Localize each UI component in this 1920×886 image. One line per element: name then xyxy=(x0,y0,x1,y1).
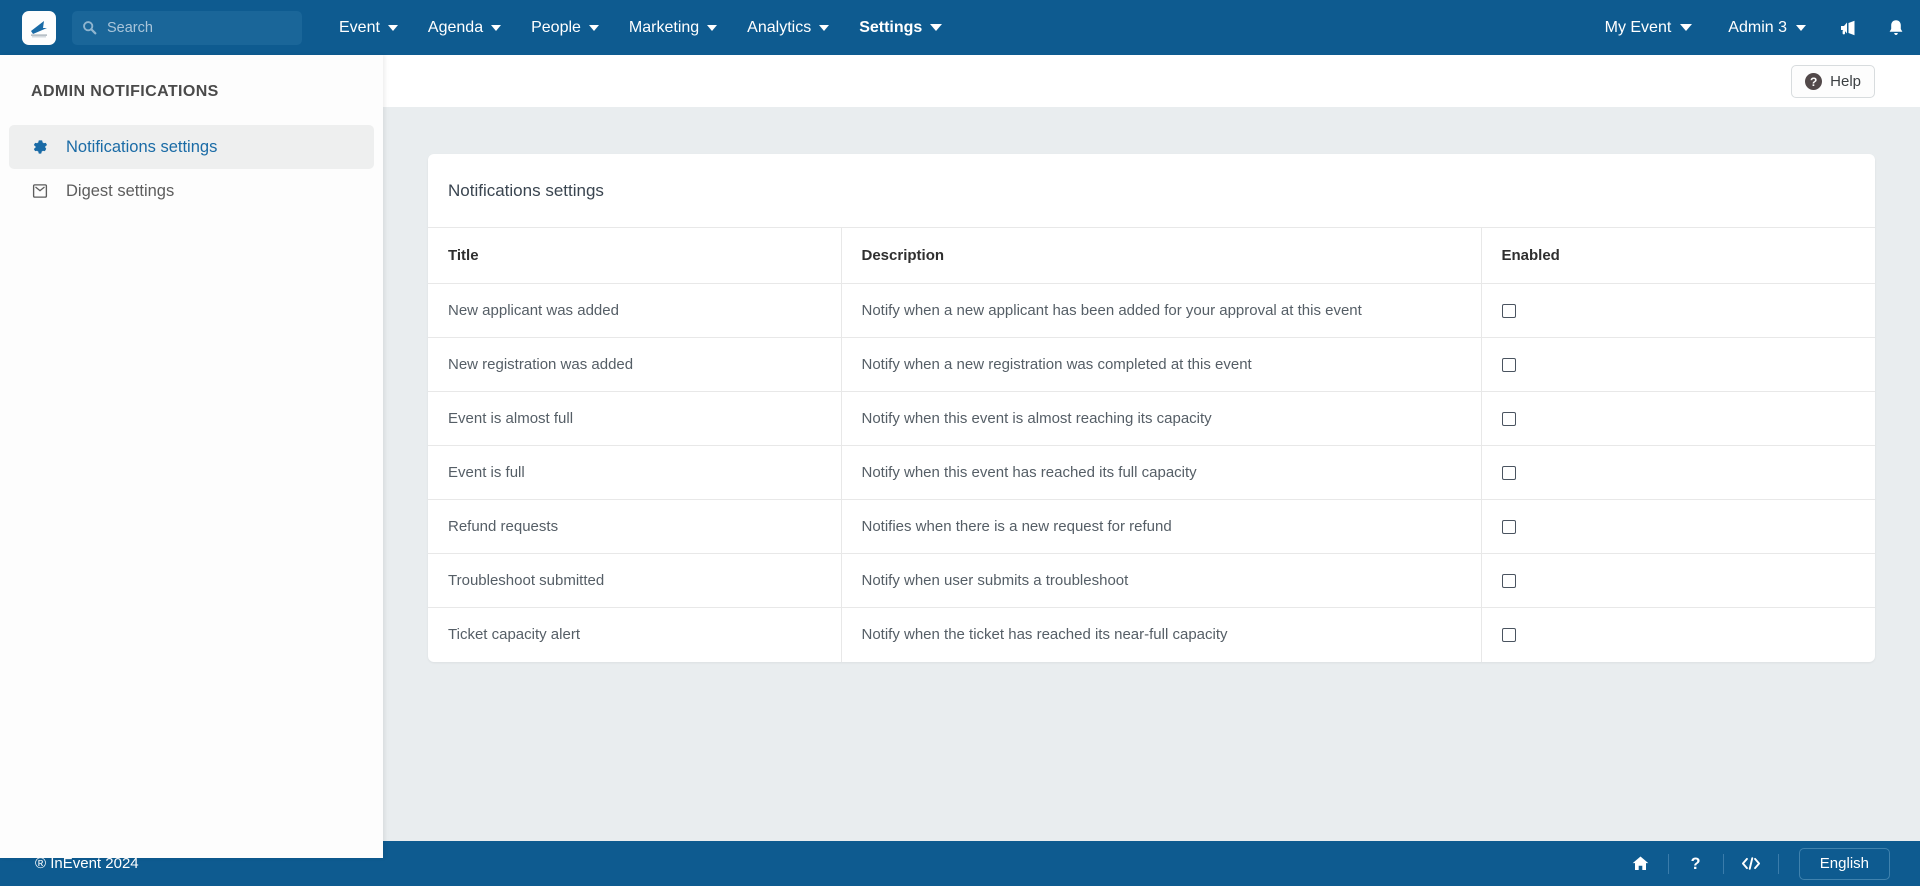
column-header-enabled: Enabled xyxy=(1481,227,1875,284)
megaphone-icon[interactable] xyxy=(1824,0,1872,55)
table-head: Title Description Enabled xyxy=(428,227,1875,284)
chevron-down-icon xyxy=(930,24,943,31)
chevron-down-icon xyxy=(588,24,599,31)
main-nav: Event Agenda People Marketing Analytics … xyxy=(324,0,957,55)
search-icon xyxy=(82,20,97,35)
table-row: Ticket capacity alert Notify when the ti… xyxy=(428,607,1875,662)
chevron-down-icon xyxy=(819,24,830,31)
enabled-checkbox[interactable] xyxy=(1501,627,1516,642)
inevent-logo-icon[interactable] xyxy=(22,10,56,45)
table-row: Troubleshoot submitted Notify when user … xyxy=(428,553,1875,608)
enabled-checkbox[interactable] xyxy=(1501,357,1516,372)
nav-item-agenda[interactable]: Agenda xyxy=(413,0,516,55)
home-icon[interactable] xyxy=(1614,841,1668,886)
table-header-row: Title Description Enabled xyxy=(428,227,1875,284)
search-input[interactable] xyxy=(107,19,287,36)
column-header-title: Title xyxy=(428,227,842,284)
table-body: New applicant was added Notify when a ne… xyxy=(428,283,1875,662)
chevron-down-icon xyxy=(387,24,398,31)
cell-title: Event is full xyxy=(428,445,842,500)
cell-description: Notifies when there is a new request for… xyxy=(841,499,1482,554)
cell-title: New applicant was added xyxy=(428,283,842,338)
svg-text:?: ? xyxy=(1691,855,1701,873)
cell-description: Notify when a new registration was compl… xyxy=(841,337,1482,392)
cell-enabled xyxy=(1481,553,1875,608)
sidebar-item-notifications-settings[interactable]: Notifications settings xyxy=(9,125,374,169)
column-header-description: Description xyxy=(841,227,1482,284)
gear-icon xyxy=(30,137,50,157)
enabled-checkbox[interactable] xyxy=(1501,303,1516,318)
cell-description: Notify when this event is almost reachin… xyxy=(841,391,1482,446)
admin-sidebar: ADMIN NOTIFICATIONS Notifications settin… xyxy=(0,55,383,858)
cell-enabled xyxy=(1481,445,1875,500)
my-event-label: My Event xyxy=(1604,18,1672,36)
enabled-checkbox[interactable] xyxy=(1501,465,1516,480)
help-button-label: Help xyxy=(1830,73,1861,90)
enabled-checkbox[interactable] xyxy=(1501,573,1516,588)
nav-item-label: Marketing xyxy=(628,18,700,36)
nav-item-settings[interactable]: Settings xyxy=(844,0,957,55)
table-row: New registration was added Notify when a… xyxy=(428,337,1875,392)
topbar-right-group: My Event Admin 3 xyxy=(1587,0,1920,55)
nav-item-label: People xyxy=(531,18,581,36)
cell-title: Ticket capacity alert xyxy=(428,607,842,662)
cell-enabled xyxy=(1481,337,1875,392)
cell-title: Refund requests xyxy=(428,499,842,554)
table-row: Event is almost full Notify when this ev… xyxy=(428,391,1875,446)
sidebar-item-label: Digest settings xyxy=(66,181,175,200)
chevron-down-icon xyxy=(707,24,718,31)
code-brackets-icon[interactable] xyxy=(1724,841,1778,886)
sidebar-title: ADMIN NOTIFICATIONS xyxy=(31,83,219,100)
nav-item-analytics[interactable]: Analytics xyxy=(732,0,844,55)
notifications-settings-card: Notifications settings Title Description… xyxy=(428,154,1875,662)
enabled-checkbox[interactable] xyxy=(1501,411,1516,426)
table-row: New applicant was added Notify when a ne… xyxy=(428,283,1875,338)
cell-description: Notify when a new applicant has been add… xyxy=(841,283,1482,338)
help-button[interactable]: ? Help xyxy=(1791,65,1875,98)
cell-title: Event is almost full xyxy=(428,391,842,446)
content-header-bar: ? Help xyxy=(383,55,1920,107)
language-label: English xyxy=(1819,855,1869,872)
cell-enabled xyxy=(1481,499,1875,554)
top-navbar: Event Agenda People Marketing Analytics … xyxy=(0,0,1920,55)
cell-enabled xyxy=(1481,391,1875,446)
bell-icon[interactable] xyxy=(1872,0,1920,55)
nav-item-people[interactable]: People xyxy=(516,0,614,55)
cell-description: Notify when the ticket has reached its n… xyxy=(841,607,1482,662)
table-row: Event is full Notify when this event has… xyxy=(428,445,1875,500)
cell-enabled xyxy=(1481,607,1875,662)
inbox-envelope-icon xyxy=(30,181,50,201)
chevron-down-icon xyxy=(1796,24,1806,31)
cell-title: Troubleshoot submitted xyxy=(428,553,842,608)
nav-item-event[interactable]: Event xyxy=(324,0,413,55)
chevron-down-icon xyxy=(491,24,502,31)
question-circle-icon: ? xyxy=(1805,73,1823,90)
notifications-table: Title Description Enabled New applicant … xyxy=(428,227,1875,662)
main-content: Notifications settings Title Description… xyxy=(383,107,1920,858)
sidebar-nav: Notifications settings Digest settings xyxy=(0,125,383,213)
language-selector[interactable]: English xyxy=(1798,847,1890,880)
cell-description: Notify when user submits a troubleshoot xyxy=(841,553,1482,608)
table-row: Refund requests Notifies when there is a… xyxy=(428,499,1875,554)
nav-item-label: Event xyxy=(339,18,380,36)
cell-title: New registration was added xyxy=(428,337,842,392)
nav-item-marketing[interactable]: Marketing xyxy=(614,0,732,55)
footer-actions: ? English xyxy=(1614,841,1890,886)
card-title: Notifications settings xyxy=(448,180,604,200)
divider xyxy=(1777,853,1779,874)
chevron-down-icon xyxy=(1680,24,1693,31)
sidebar-item-label: Notifications settings xyxy=(66,137,218,156)
my-event-menu[interactable]: My Event xyxy=(1587,0,1711,55)
cell-enabled xyxy=(1481,283,1875,338)
nav-item-label: Settings xyxy=(859,18,923,36)
admin-label: Admin 3 xyxy=(1728,18,1787,36)
nav-item-label: Analytics xyxy=(747,18,812,36)
nav-item-label: Agenda xyxy=(427,18,484,36)
search-box[interactable] xyxy=(72,10,302,45)
admin-account-menu[interactable]: Admin 3 xyxy=(1710,0,1824,55)
cell-description: Notify when this event has reached its f… xyxy=(841,445,1482,500)
sidebar-item-digest-settings[interactable]: Digest settings xyxy=(9,169,374,213)
enabled-checkbox[interactable] xyxy=(1501,519,1516,534)
question-mark-icon[interactable]: ? xyxy=(1669,841,1723,886)
